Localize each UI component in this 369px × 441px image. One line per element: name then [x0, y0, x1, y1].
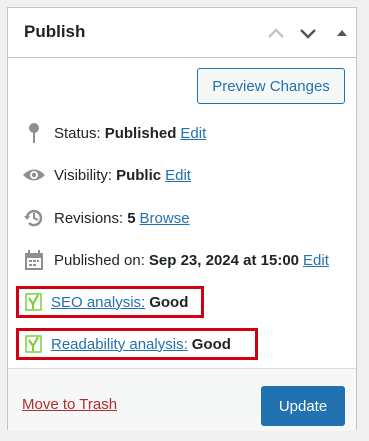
- eye-icon: [22, 163, 46, 187]
- readability-analysis-score: Good: [191, 335, 231, 353]
- yoast-icon: [25, 334, 43, 354]
- visibility-label: Visibility:: [54, 166, 113, 184]
- seo-analysis-row: SEO analysis: Good: [16, 286, 204, 318]
- seo-analysis-score: Good: [149, 293, 189, 311]
- readability-analysis-row: Readability analysis: Good: [16, 328, 258, 360]
- published-date: Sep 23, 2024 at 15:00: [148, 251, 300, 269]
- readability-analysis-link[interactable]: Readability analysis:: [51, 336, 188, 353]
- move-up-button[interactable]: [266, 23, 286, 43]
- published-row: Published on: Sep 23, 2024 at 15:00 Edit: [22, 248, 329, 272]
- seo-analysis-link[interactable]: SEO analysis:: [51, 294, 145, 311]
- caret-up-icon: [337, 30, 347, 36]
- published-label: Published on:: [54, 251, 145, 269]
- published-edit-link[interactable]: Edit: [303, 252, 329, 269]
- major-publishing-actions: Move to Trash Update: [8, 368, 356, 431]
- preview-changes-button[interactable]: Preview Changes: [197, 68, 345, 104]
- visibility-value: Public: [116, 166, 162, 184]
- revisions-label: Revisions:: [54, 209, 124, 227]
- status-edit-link[interactable]: Edit: [180, 125, 206, 142]
- yoast-icon: [25, 292, 43, 312]
- pin-icon: [22, 121, 46, 145]
- revisions-count: 5: [127, 209, 136, 227]
- move-to-trash-link[interactable]: Move to Trash: [22, 396, 117, 413]
- chevron-down-icon: [300, 29, 316, 39]
- panel-header: Publish: [8, 8, 356, 58]
- browse-revisions-link[interactable]: Browse: [140, 210, 190, 227]
- history-icon: [22, 206, 46, 230]
- calendar-icon: [22, 248, 46, 272]
- status-label: Status:: [54, 124, 101, 142]
- status-row: Status: Published Edit: [22, 121, 206, 145]
- update-button[interactable]: Update: [261, 386, 345, 426]
- status-value: Published: [104, 124, 177, 142]
- chevron-up-icon: [268, 28, 284, 38]
- panel-title: Publish: [24, 22, 86, 41]
- revisions-row: Revisions: 5 Browse: [22, 206, 190, 230]
- move-down-button[interactable]: [298, 23, 318, 43]
- visibility-edit-link[interactable]: Edit: [165, 167, 191, 184]
- toggle-panel-button[interactable]: [332, 23, 352, 43]
- visibility-row: Visibility: Public Edit: [22, 163, 191, 187]
- publish-panel: Publish Preview Changes Status: Publishe…: [7, 7, 357, 431]
